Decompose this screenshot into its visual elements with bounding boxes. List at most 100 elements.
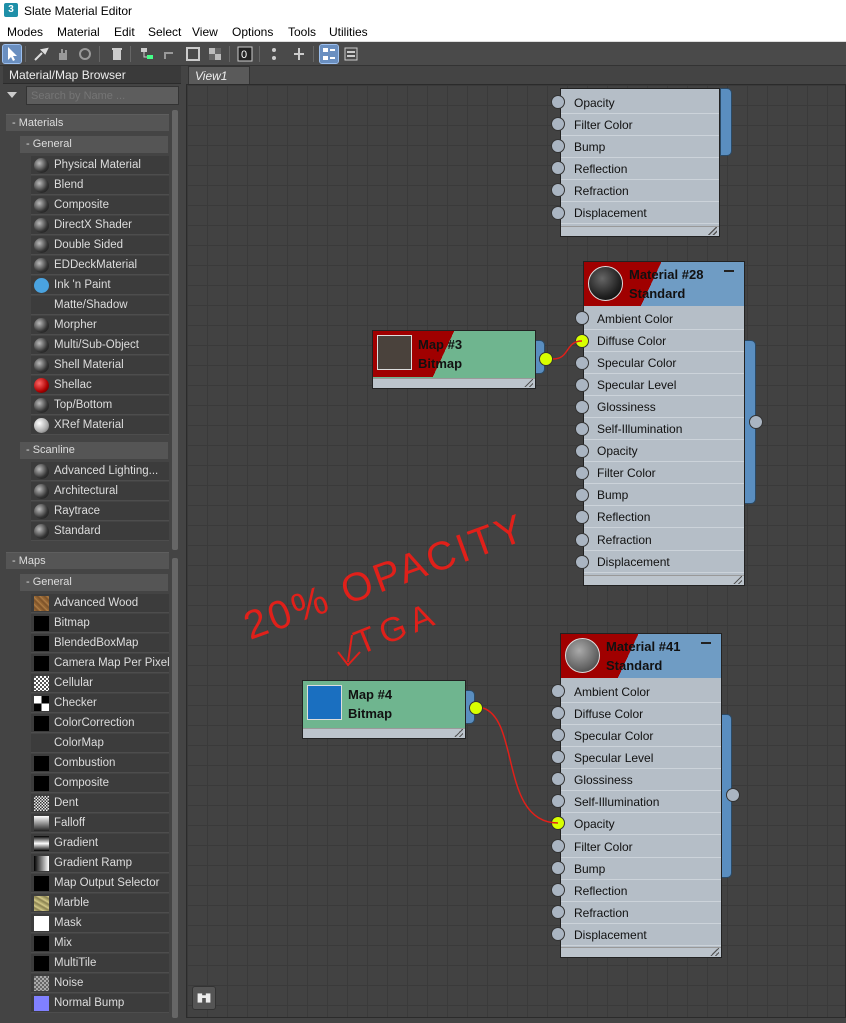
material-id-icon[interactable]: 0 — [236, 45, 254, 63]
list-item[interactable]: Composite — [31, 774, 169, 793]
input-socket[interactable] — [575, 422, 589, 436]
input-socket[interactable] — [575, 400, 589, 414]
list-item[interactable]: ColorMap — [31, 734, 169, 753]
input-socket[interactable] — [551, 905, 565, 919]
list-item[interactable]: ColorCorrection — [31, 714, 169, 733]
list-item[interactable]: Gradient Ramp — [31, 854, 169, 873]
input-socket[interactable] — [575, 466, 589, 480]
list-item[interactable]: Matte/Shadow — [31, 296, 169, 315]
material-node-28[interactable]: Material #28 Standard Ambient Color Diff… — [583, 261, 745, 586]
menu-tools[interactable]: Tools — [288, 25, 316, 39]
list-item[interactable]: Dent — [31, 794, 169, 813]
input-socket[interactable] — [551, 139, 565, 153]
subcategory-maps-general[interactable]: - General — [20, 574, 168, 591]
list-item[interactable]: Cellular — [31, 674, 169, 693]
input-socket[interactable] — [575, 555, 589, 569]
list-item[interactable]: Shellac — [31, 376, 169, 395]
list-item[interactable]: Falloff — [31, 814, 169, 833]
input-socket[interactable] — [551, 183, 565, 197]
menu-options[interactable]: Options — [232, 25, 273, 39]
list-item[interactable]: Marble — [31, 894, 169, 913]
resize-grip-icon[interactable] — [453, 729, 463, 737]
move-icon[interactable] — [76, 45, 94, 63]
output-socket[interactable] — [749, 415, 763, 429]
list-item[interactable]: EDDeckMaterial — [31, 256, 169, 275]
list-item[interactable]: Architectural — [31, 482, 169, 501]
list-item[interactable]: MultiTile — [31, 954, 169, 973]
menu-material[interactable]: Material — [57, 25, 100, 39]
list-item[interactable]: Gradient — [31, 834, 169, 853]
output-socket-connected[interactable] — [469, 701, 483, 715]
input-socket[interactable] — [575, 444, 589, 458]
map-node-4[interactable]: Map #4 Bitmap — [302, 680, 466, 739]
select-arrow-icon[interactable] — [2, 44, 22, 64]
input-socket[interactable] — [551, 927, 565, 941]
list-item[interactable]: Morpher — [31, 316, 169, 335]
resize-grip-icon[interactable] — [709, 948, 719, 956]
list-item[interactable]: Combustion — [31, 754, 169, 773]
list-item[interactable]: Blend — [31, 176, 169, 195]
input-socket[interactable] — [551, 839, 565, 853]
list-item[interactable]: Multi/Sub-Object — [31, 336, 169, 355]
input-socket[interactable] — [575, 488, 589, 502]
show-end-result-icon[interactable] — [290, 45, 308, 63]
output-socket[interactable] — [726, 788, 740, 802]
binoculars-icon[interactable] — [192, 986, 216, 1010]
category-materials[interactable]: - Materials — [6, 114, 169, 131]
list-item[interactable]: Advanced Wood — [31, 594, 169, 613]
menu-modes[interactable]: Modes — [7, 25, 43, 39]
resize-grip-icon[interactable] — [707, 227, 717, 235]
list-item[interactable]: Advanced Lighting... — [31, 462, 169, 481]
delete-icon[interactable] — [108, 45, 126, 63]
list-item[interactable]: Composite — [31, 196, 169, 215]
input-socket[interactable] — [551, 684, 565, 698]
menu-select[interactable]: Select — [148, 25, 181, 39]
list-item[interactable]: Mix — [31, 934, 169, 953]
subcategory-general[interactable]: - General — [20, 136, 168, 153]
list-item[interactable]: Standard — [31, 522, 169, 541]
input-socket[interactable] — [551, 161, 565, 175]
list-item[interactable]: Bitmap — [31, 614, 169, 633]
list-item[interactable]: Mask — [31, 914, 169, 933]
hand-icon[interactable] — [54, 45, 72, 63]
input-socket[interactable] — [575, 311, 589, 325]
input-socket[interactable] — [575, 356, 589, 370]
resize-grip-icon[interactable] — [732, 576, 742, 584]
input-socket[interactable] — [575, 533, 589, 547]
material-node-41[interactable]: Material #41 Standard Ambient Color Diff… — [560, 633, 722, 958]
resize-grip-icon[interactable] — [523, 379, 533, 387]
menu-view[interactable]: View — [192, 25, 218, 39]
search-options-icon[interactable] — [7, 92, 17, 98]
input-socket[interactable] — [551, 95, 565, 109]
list-item[interactable]: Physical Material — [31, 156, 169, 175]
menu-utilities[interactable]: Utilities — [329, 25, 368, 39]
move-children-icon[interactable] — [160, 45, 178, 63]
node-view[interactable] — [186, 84, 846, 1018]
menu-edit[interactable]: Edit — [114, 25, 135, 39]
minimize-icon[interactable] — [724, 270, 734, 272]
category-maps[interactable]: - Maps — [6, 552, 169, 569]
input-socket[interactable] — [575, 378, 589, 392]
list-item[interactable]: Top/Bottom — [31, 396, 169, 415]
input-socket[interactable] — [551, 883, 565, 897]
search-input[interactable] — [26, 86, 179, 105]
output-socket-connected[interactable] — [539, 352, 553, 366]
scrollbar[interactable] — [172, 558, 178, 1018]
subcategory-scanline[interactable]: - Scanline — [20, 442, 168, 459]
list-item[interactable]: Normal Bump — [31, 994, 169, 1013]
layout-icon[interactable] — [138, 45, 156, 63]
list-item[interactable]: XRef Material — [31, 416, 169, 435]
list-item[interactable]: DirectX Shader — [31, 216, 169, 235]
layout-all-icon[interactable] — [319, 44, 339, 64]
input-socket[interactable] — [551, 706, 565, 720]
show-map-icon[interactable] — [268, 45, 286, 63]
list-item[interactable]: Map Output Selector — [31, 874, 169, 893]
eyedropper-icon[interactable] — [32, 45, 50, 63]
input-socket[interactable] — [551, 794, 565, 808]
input-socket[interactable] — [551, 861, 565, 875]
list-item[interactable]: Camera Map Per Pixel — [31, 654, 170, 673]
material-node-top[interactable]: Opacity Filter Color Bump Reflection Ref… — [560, 88, 720, 237]
input-socket-connected[interactable] — [551, 816, 565, 830]
list-item[interactable]: Raytrace — [31, 502, 169, 521]
list-item[interactable]: Checker — [31, 694, 169, 713]
